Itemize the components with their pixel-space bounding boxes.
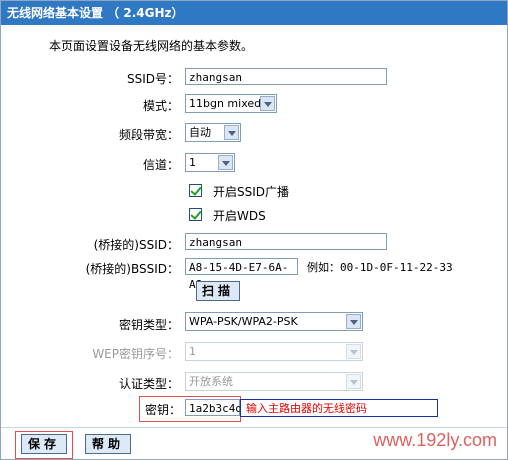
key-label: 密钥：	[144, 403, 181, 417]
chevron-down-icon[interactable]	[224, 125, 239, 140]
auth-type-select: 开放系统	[185, 372, 363, 391]
mode-select-value: 11bgn mixed	[189, 97, 262, 110]
scan-button[interactable]: 扫描	[196, 281, 240, 301]
bandwidth-select-value: 自动	[189, 126, 211, 139]
bridged-bssid-label: (桥接的)BSSID：	[85, 262, 179, 276]
key-type-label: 密钥类型：	[118, 318, 179, 332]
wep-index-select-value: 1	[189, 345, 196, 358]
wep-index-label: WEP密钥序号：	[92, 347, 179, 361]
key-input[interactable]: 1a2b3c4d	[185, 399, 242, 416]
bandwidth-label: 频段带宽：	[118, 128, 179, 142]
auth-type-select-value: 开放系统	[189, 375, 233, 388]
save-button[interactable]: 保存	[21, 434, 67, 454]
key-type-select[interactable]: WPA-PSK/WPA2-PSK	[185, 312, 363, 331]
mode-label: 模式：	[142, 99, 179, 113]
chevron-down-icon	[346, 344, 361, 359]
wds-label: 开启WDS	[213, 209, 266, 223]
mode-select[interactable]: 11bgn mixed	[185, 94, 277, 113]
settings-panel: 无线网络基本设置 （ 2.4GHz） 本页面设置设备无线网络的基本参数。 SSI…	[0, 0, 508, 460]
ssid-input[interactable]: zhangsan	[185, 68, 387, 85]
ssid-broadcast-label: 开启SSID广播	[213, 185, 290, 199]
panel-title: 无线网络基本设置 （ 2.4GHz）	[1, 1, 507, 25]
watermark-text: www.192ly.com	[373, 430, 497, 450]
ssid-broadcast-checkbox[interactable]	[189, 184, 202, 197]
key-hint-text: 输入主路由器的无线密码	[246, 402, 367, 415]
channel-select[interactable]: 1	[185, 153, 235, 172]
help-button[interactable]: 帮助	[85, 434, 131, 454]
bridged-ssid-input[interactable]: zhangsan	[185, 233, 387, 250]
channel-select-value: 1	[189, 156, 196, 169]
wds-checkbox[interactable]	[189, 208, 202, 221]
bridged-ssid-label: (桥接的)SSID：	[93, 238, 179, 252]
bssid-example: 例如：00-1D-0F-11-22-33	[307, 261, 453, 274]
ssid-label: SSID号：	[126, 72, 179, 86]
channel-label: 信道：	[142, 158, 179, 172]
chevron-down-icon	[346, 374, 361, 389]
chevron-down-icon[interactable]	[260, 96, 275, 111]
chevron-down-icon[interactable]	[218, 155, 233, 170]
bridged-bssid-input[interactable]: A8-15-4D-E7-6A-A8	[185, 258, 298, 291]
key-type-select-value: WPA-PSK/WPA2-PSK	[189, 315, 298, 328]
wep-index-select: 1	[185, 342, 363, 361]
chevron-down-icon[interactable]	[346, 314, 361, 329]
page-description: 本页面设置设备无线网络的基本参数。	[49, 39, 254, 53]
auth-type-label: 认证类型：	[118, 377, 179, 391]
bandwidth-select[interactable]: 自动	[185, 123, 241, 142]
